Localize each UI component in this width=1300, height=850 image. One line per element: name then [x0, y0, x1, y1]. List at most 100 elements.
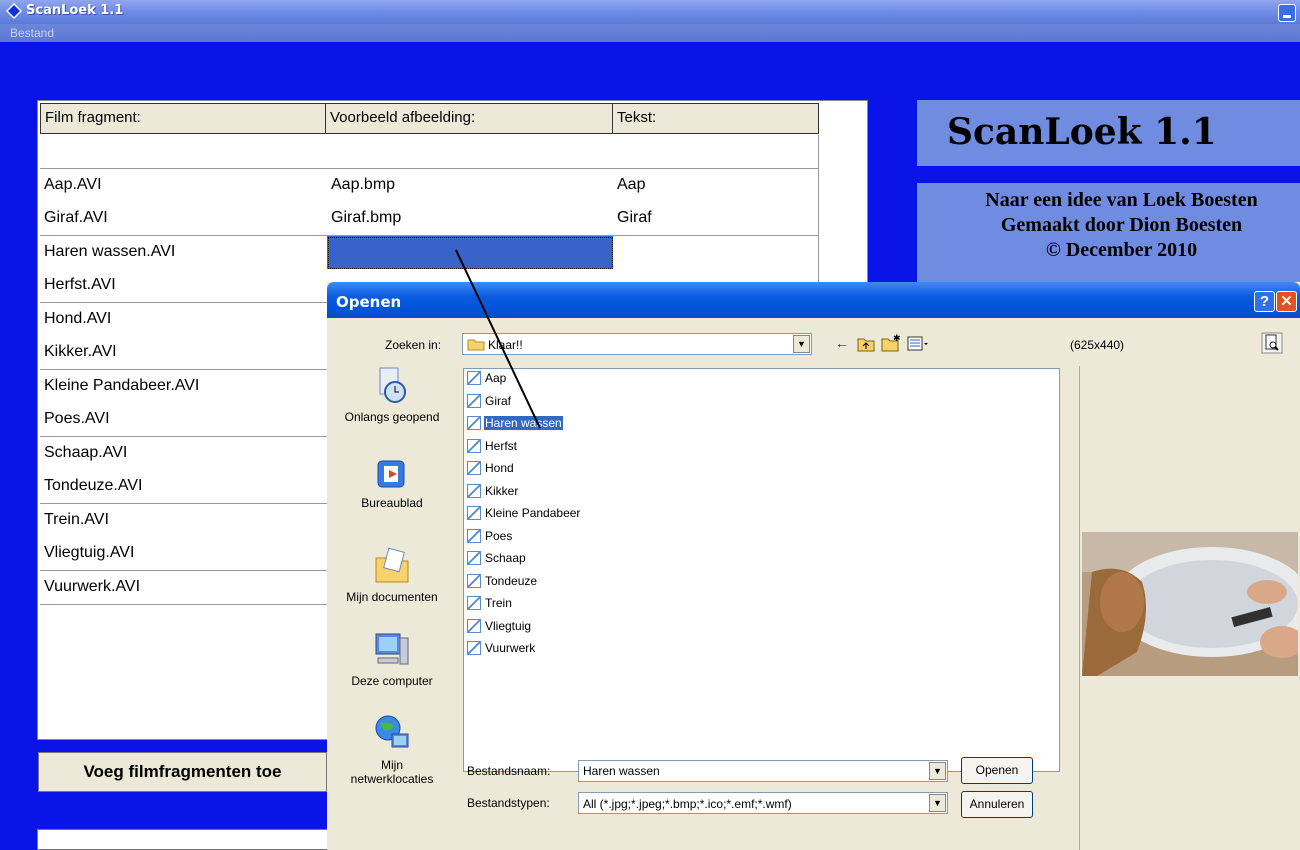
file-name: Aap [485, 371, 507, 385]
bottom-text-field[interactable] [37, 829, 329, 850]
image-file-icon [467, 506, 481, 520]
file-name: Schaap [485, 551, 526, 565]
add-fragments-button[interactable]: Voeg filmfragmenten toe [38, 752, 327, 792]
file-name: Kikker [485, 483, 519, 498]
credit-line-idea: Naar een idee van Loek Boesten [985, 189, 1258, 211]
file-list[interactable]: Aap Giraf Haren wassen Herfst Hond Kikker Klei… [463, 368, 1060, 772]
image-file-icon [467, 393, 481, 408]
grid-cell[interactable]: Schaap.AVI [40, 436, 328, 471]
cancel-button[interactable]: Annuleren [961, 791, 1033, 818]
file-name: Herfst [485, 438, 518, 453]
file-item[interactable]: Poes [467, 528, 513, 546]
file-item[interactable]: Trein [467, 596, 513, 613]
grid-cell[interactable] [613, 135, 819, 169]
place-label: Onlangs geopend [344, 410, 440, 424]
chevron-down-icon[interactable]: ▼ [793, 335, 810, 353]
file-item[interactable]: Schaap [467, 551, 527, 568]
up-folder-icon[interactable] [857, 336, 875, 352]
look-in-dropdown[interactable]: Klaar!! ▼ [462, 333, 812, 355]
grid-cell[interactable]: Aap.bmp [327, 168, 614, 203]
grid-cell[interactable] [40, 135, 328, 169]
place-recent[interactable]: Onlangs geopend [327, 366, 457, 424]
grid-cell[interactable]: Vliegtuig.AVI [40, 537, 328, 571]
close-button[interactable]: ✕ [1276, 291, 1297, 312]
file-item[interactable]: Kleine Pandabeer [467, 506, 581, 523]
recent-icon [379, 367, 406, 403]
app-diamond-icon [6, 3, 22, 19]
file-item[interactable]: Vliegtuig [467, 618, 532, 636]
filetype-select[interactable]: All (*.jpg;*.jpeg;*.bmp;*.ico;*.emf;*.wm… [578, 792, 948, 814]
computer-icon [375, 633, 409, 665]
grid-cell[interactable]: Trein.AVI [40, 503, 328, 538]
place-network[interactable]: Mijn netwerklocaties [327, 714, 457, 786]
grid-cell[interactable]: Tondeuze.AVI [40, 470, 328, 504]
file-name: Trein [485, 596, 512, 610]
svg-text:✱: ✱ [893, 334, 901, 343]
file-name: Giraf [485, 393, 512, 408]
file-item[interactable]: Vuurwerk [467, 641, 536, 658]
file-item[interactable]: Giraf [467, 393, 512, 411]
view-menu-icon[interactable] [907, 336, 929, 352]
places-bar: Onlangs geopend Bureaublad Mijn document… [327, 366, 457, 806]
menu-item-bestand[interactable]: Bestand [10, 26, 54, 40]
app-title-panel: ScanLoek 1.1 [917, 100, 1300, 166]
preview-toggle-icon[interactable] [1261, 332, 1283, 354]
file-name: Poes [485, 528, 513, 543]
chevron-down-icon[interactable]: ▼ [929, 794, 946, 812]
grid-cell[interactable]: Giraf [613, 202, 819, 236]
image-file-icon [467, 461, 481, 475]
grid-cell[interactable]: Poes.AVI [40, 403, 328, 437]
back-arrow-icon[interactable]: ← [835, 335, 849, 351]
app-title-heading: ScanLoek 1.1 [947, 111, 1217, 153]
file-name: Vuurwerk [485, 641, 536, 655]
chevron-down-icon[interactable]: ▼ [929, 762, 946, 780]
column-header-text[interactable]: Tekst: [612, 103, 819, 134]
preview-image [1082, 532, 1298, 676]
image-file-icon [467, 641, 481, 655]
grid-cell[interactable]: Herfst.AVI [40, 269, 328, 303]
minimize-button[interactable] [1278, 4, 1296, 22]
file-item[interactable]: Haren wassen [467, 416, 563, 433]
file-item[interactable]: Hond [467, 461, 515, 478]
column-header-film[interactable]: Film fragment: [40, 103, 326, 134]
file-item[interactable]: Tondeuze [467, 573, 538, 591]
grid-cell[interactable]: Giraf.bmp [327, 202, 614, 236]
file-item[interactable]: Herfst [467, 438, 518, 456]
grid-cell[interactable]: Hond.AVI [40, 302, 328, 337]
dialog-title-bar: Openen ? ✕ [327, 282, 1300, 318]
menu-bar: Bestand [0, 24, 1300, 42]
place-documents[interactable]: Mijn documenten [327, 546, 457, 604]
new-folder-icon[interactable]: ✱ [881, 334, 901, 352]
grid-cell[interactable] [327, 235, 614, 270]
place-label: Mijn documenten [346, 590, 438, 604]
place-desktop[interactable]: Bureaublad [327, 458, 457, 510]
file-item[interactable]: Aap [467, 371, 507, 388]
grid-cell[interactable]: Kikker.AVI [40, 336, 328, 370]
help-button[interactable]: ? [1254, 291, 1275, 312]
grid-cell[interactable]: Kleine Pandabeer.AVI [40, 369, 328, 404]
open-button[interactable]: Openen [961, 757, 1033, 784]
grid-cell[interactable] [613, 235, 819, 270]
window-title: ScanLoek 1.1 [26, 3, 124, 18]
filetype-label: Bestandstypen: [467, 796, 550, 810]
image-file-icon [467, 416, 481, 430]
grid-cell[interactable]: Aap [613, 168, 819, 203]
file-item[interactable]: Kikker [467, 483, 519, 501]
image-file-icon [467, 596, 481, 610]
grid-cell[interactable] [327, 135, 614, 169]
network-icon [375, 715, 409, 748]
image-file-icon [467, 371, 481, 385]
filename-input[interactable]: Haren wassen ▼ [578, 760, 948, 782]
grid-cell[interactable]: Haren wassen.AVI [40, 235, 328, 270]
place-computer[interactable]: Deze computer [327, 630, 457, 688]
place-label: Mijn netwerklocaties [350, 758, 434, 786]
desktop-icon [377, 460, 405, 488]
credit-line-author: Gemaakt door Dion Boesten [1000, 214, 1243, 236]
grid-cell[interactable]: Aap.AVI [40, 168, 328, 203]
grid-cell[interactable]: Vuurwerk.AVI [40, 570, 328, 605]
image-file-icon [467, 528, 481, 543]
dialog-title: Openen [336, 293, 402, 311]
column-header-image[interactable]: Voorbeeld afbeelding: [325, 103, 613, 134]
grid-cell[interactable]: Giraf.AVI [40, 202, 328, 236]
look-in-value: Klaar!! [488, 338, 523, 352]
